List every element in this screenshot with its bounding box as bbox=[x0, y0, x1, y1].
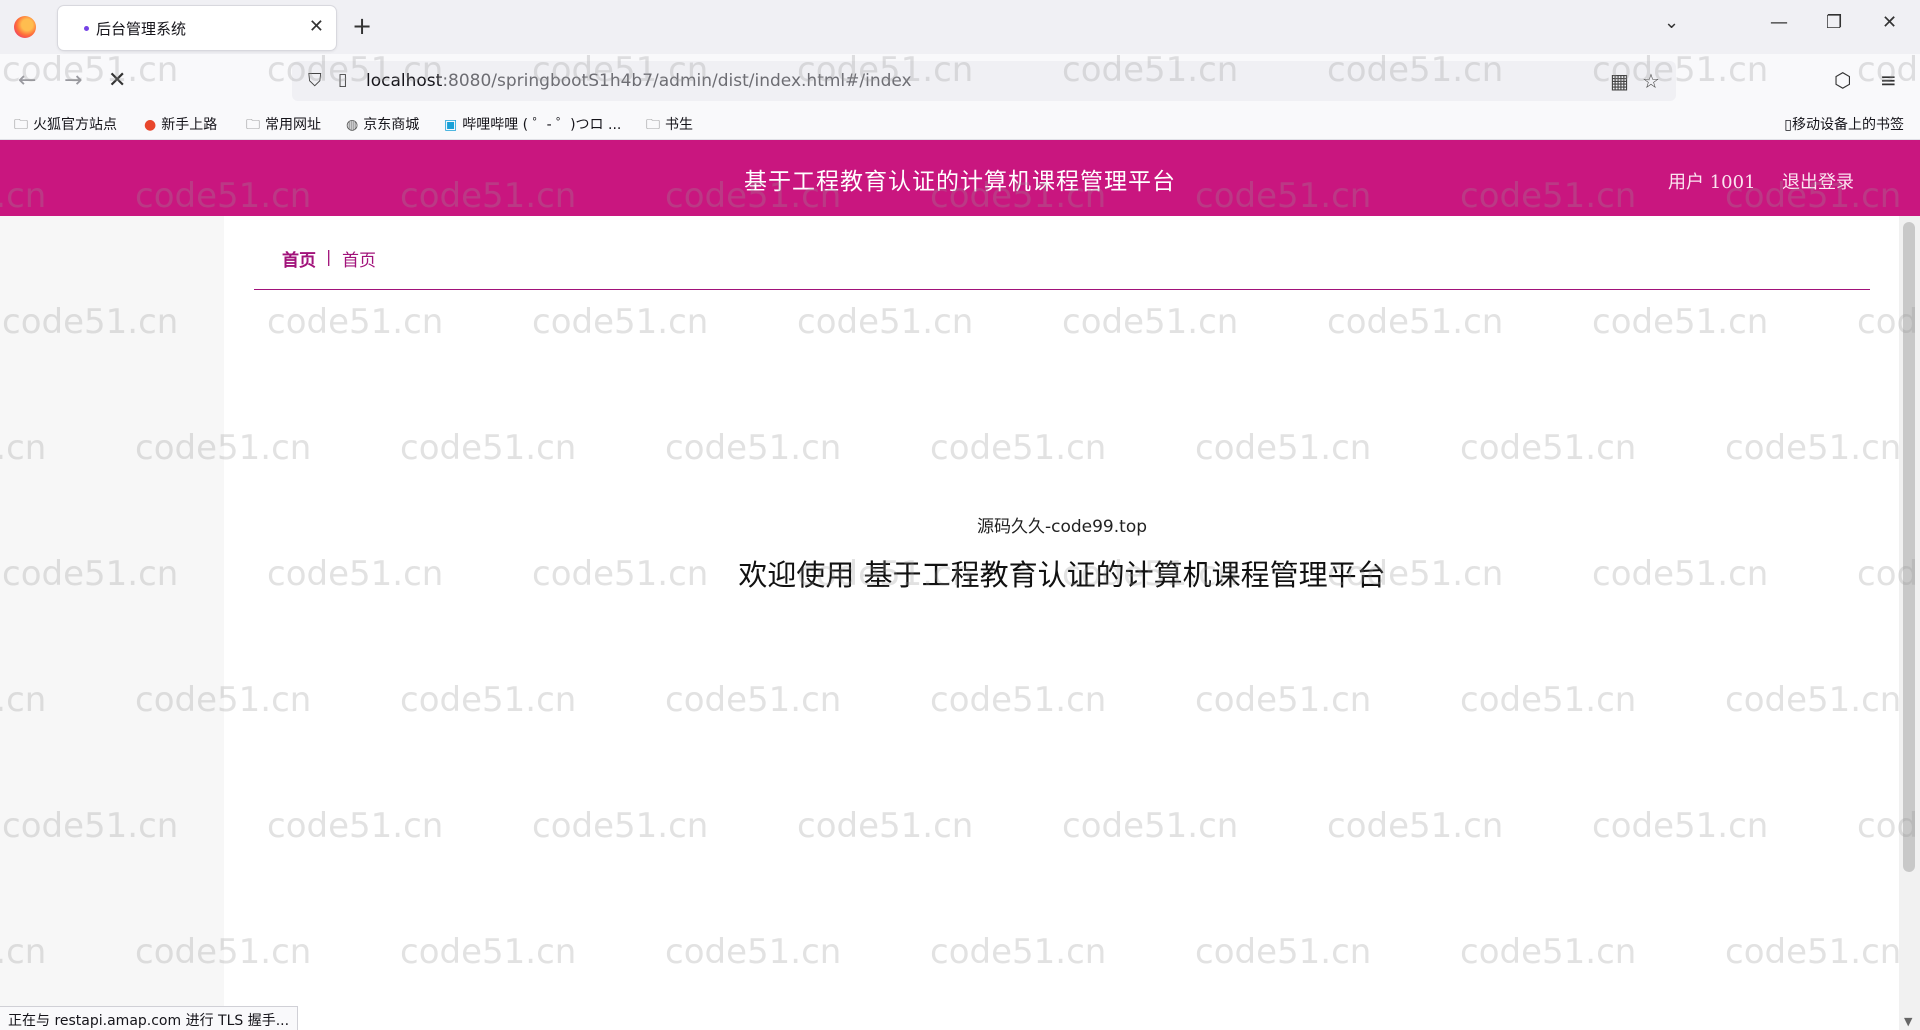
minimize-icon[interactable]: — bbox=[1770, 12, 1788, 33]
close-window-icon[interactable]: ✕ bbox=[1882, 12, 1897, 33]
loading-dot-icon bbox=[84, 26, 89, 31]
new-tab-icon[interactable]: + bbox=[352, 12, 372, 40]
extensions-icon[interactable]: ⬡ bbox=[1834, 68, 1851, 92]
globe-icon: ◍ bbox=[346, 117, 359, 133]
stop-loading-icon[interactable]: ✕ bbox=[108, 68, 126, 93]
app-title: 基于工程教育认证的计算机课程管理平台 bbox=[744, 169, 1176, 195]
page-info-icon[interactable]: ▯ bbox=[338, 70, 347, 90]
content-panel bbox=[254, 304, 1870, 1030]
close-tab-icon[interactable]: ✕ bbox=[309, 16, 324, 37]
browser-nav-bar: ← → ✕ ⛉ ▯ localhost:8080/springbootS1h4b… bbox=[0, 54, 1920, 108]
bookmark-item[interactable]: 🗀 常用网址 bbox=[246, 114, 321, 138]
bookmarks-toolbar: 🗀 火狐官方站点 ● 新手上路 🗀 常用网址 ◍ 京东商城 ▣ 哔哩哔哩 ( ゜- ゜)つ… bbox=[0, 108, 1920, 140]
chevron-down-icon[interactable]: ⌄ bbox=[1664, 12, 1679, 33]
folder-icon: 🗀 bbox=[14, 117, 28, 133]
mobile-device-icon: ▯ bbox=[1784, 117, 1792, 133]
menu-icon[interactable]: ≡ bbox=[1880, 68, 1897, 92]
firefox-icon: ● bbox=[144, 117, 157, 133]
welcome-message: 欢迎使用 基于工程教育认证的计算机课程管理平台 bbox=[738, 558, 1386, 592]
folder-icon: 🗀 bbox=[646, 117, 660, 133]
back-icon[interactable]: ← bbox=[18, 68, 36, 93]
main-content: 首页 | 首页 源码久久-code99.top 欢迎使用 基于工程教育认证的计算… bbox=[254, 222, 1870, 1030]
logout-link[interactable]: 退出登录 bbox=[1782, 168, 1854, 194]
tab-title: 后台管理系统 bbox=[96, 20, 187, 38]
browser-tab-bar: 后台管理系统 ✕ + ⌄ — ❐ ✕ bbox=[0, 0, 1920, 54]
browser-tab-active[interactable]: 后台管理系统 ✕ bbox=[58, 6, 336, 50]
bilibili-icon: ▣ bbox=[444, 117, 458, 133]
mobile-bookmarks[interactable]: ▯移动设备上的书签 bbox=[1784, 114, 1904, 134]
forward-icon[interactable]: → bbox=[64, 68, 82, 93]
firefox-logo-icon[interactable] bbox=[14, 16, 36, 38]
source-text: 源码久久-code99.top bbox=[976, 517, 1148, 537]
breadcrumb-separator: | bbox=[326, 247, 332, 266]
scroll-down-arrow-icon[interactable]: ▼ bbox=[1904, 1015, 1912, 1028]
bookmark-item[interactable]: ◍ 京东商城 bbox=[346, 114, 419, 134]
user-info: 用户 1001 bbox=[1668, 172, 1756, 193]
breadcrumb-home[interactable]: 首页 bbox=[282, 246, 316, 271]
bookmark-item[interactable]: 🗀 火狐官方站点 bbox=[14, 114, 117, 138]
breadcrumb-current: 首页 bbox=[342, 251, 376, 271]
breadcrumb: 首页 | 首页 bbox=[254, 222, 1870, 290]
star-bookmark-icon[interactable]: ☆ bbox=[1642, 69, 1660, 93]
sidebar bbox=[0, 216, 224, 1008]
scrollbar-thumb[interactable] bbox=[1903, 222, 1915, 872]
url-text[interactable]: localhost:8080/springbootS1h4b7/admin/di… bbox=[366, 71, 912, 91]
bookmark-item[interactable]: 🗀 书生 bbox=[646, 114, 693, 138]
page-scrollbar[interactable]: ▼ bbox=[1899, 216, 1920, 1030]
restore-icon[interactable]: ❐ bbox=[1826, 12, 1842, 33]
bookmark-item[interactable]: ▣ 哔哩哔哩 ( ゜- ゜)つロ ... bbox=[444, 114, 621, 134]
url-bar[interactable]: ⛉ ▯ localhost:8080/springbootS1h4b7/admi… bbox=[292, 61, 1676, 101]
status-bar: 正在与 restapi.amap.com 进行 TLS 握手... bbox=[0, 1006, 299, 1030]
qr-code-icon[interactable]: ▦ bbox=[1610, 69, 1629, 93]
shield-icon[interactable]: ⛉ bbox=[308, 70, 322, 91]
folder-icon: 🗀 bbox=[246, 117, 260, 133]
bookmark-item[interactable]: ● 新手上路 bbox=[144, 114, 217, 134]
app-header: 基于工程教育认证的计算机课程管理平台 用户 1001 退出登录 bbox=[0, 140, 1920, 216]
